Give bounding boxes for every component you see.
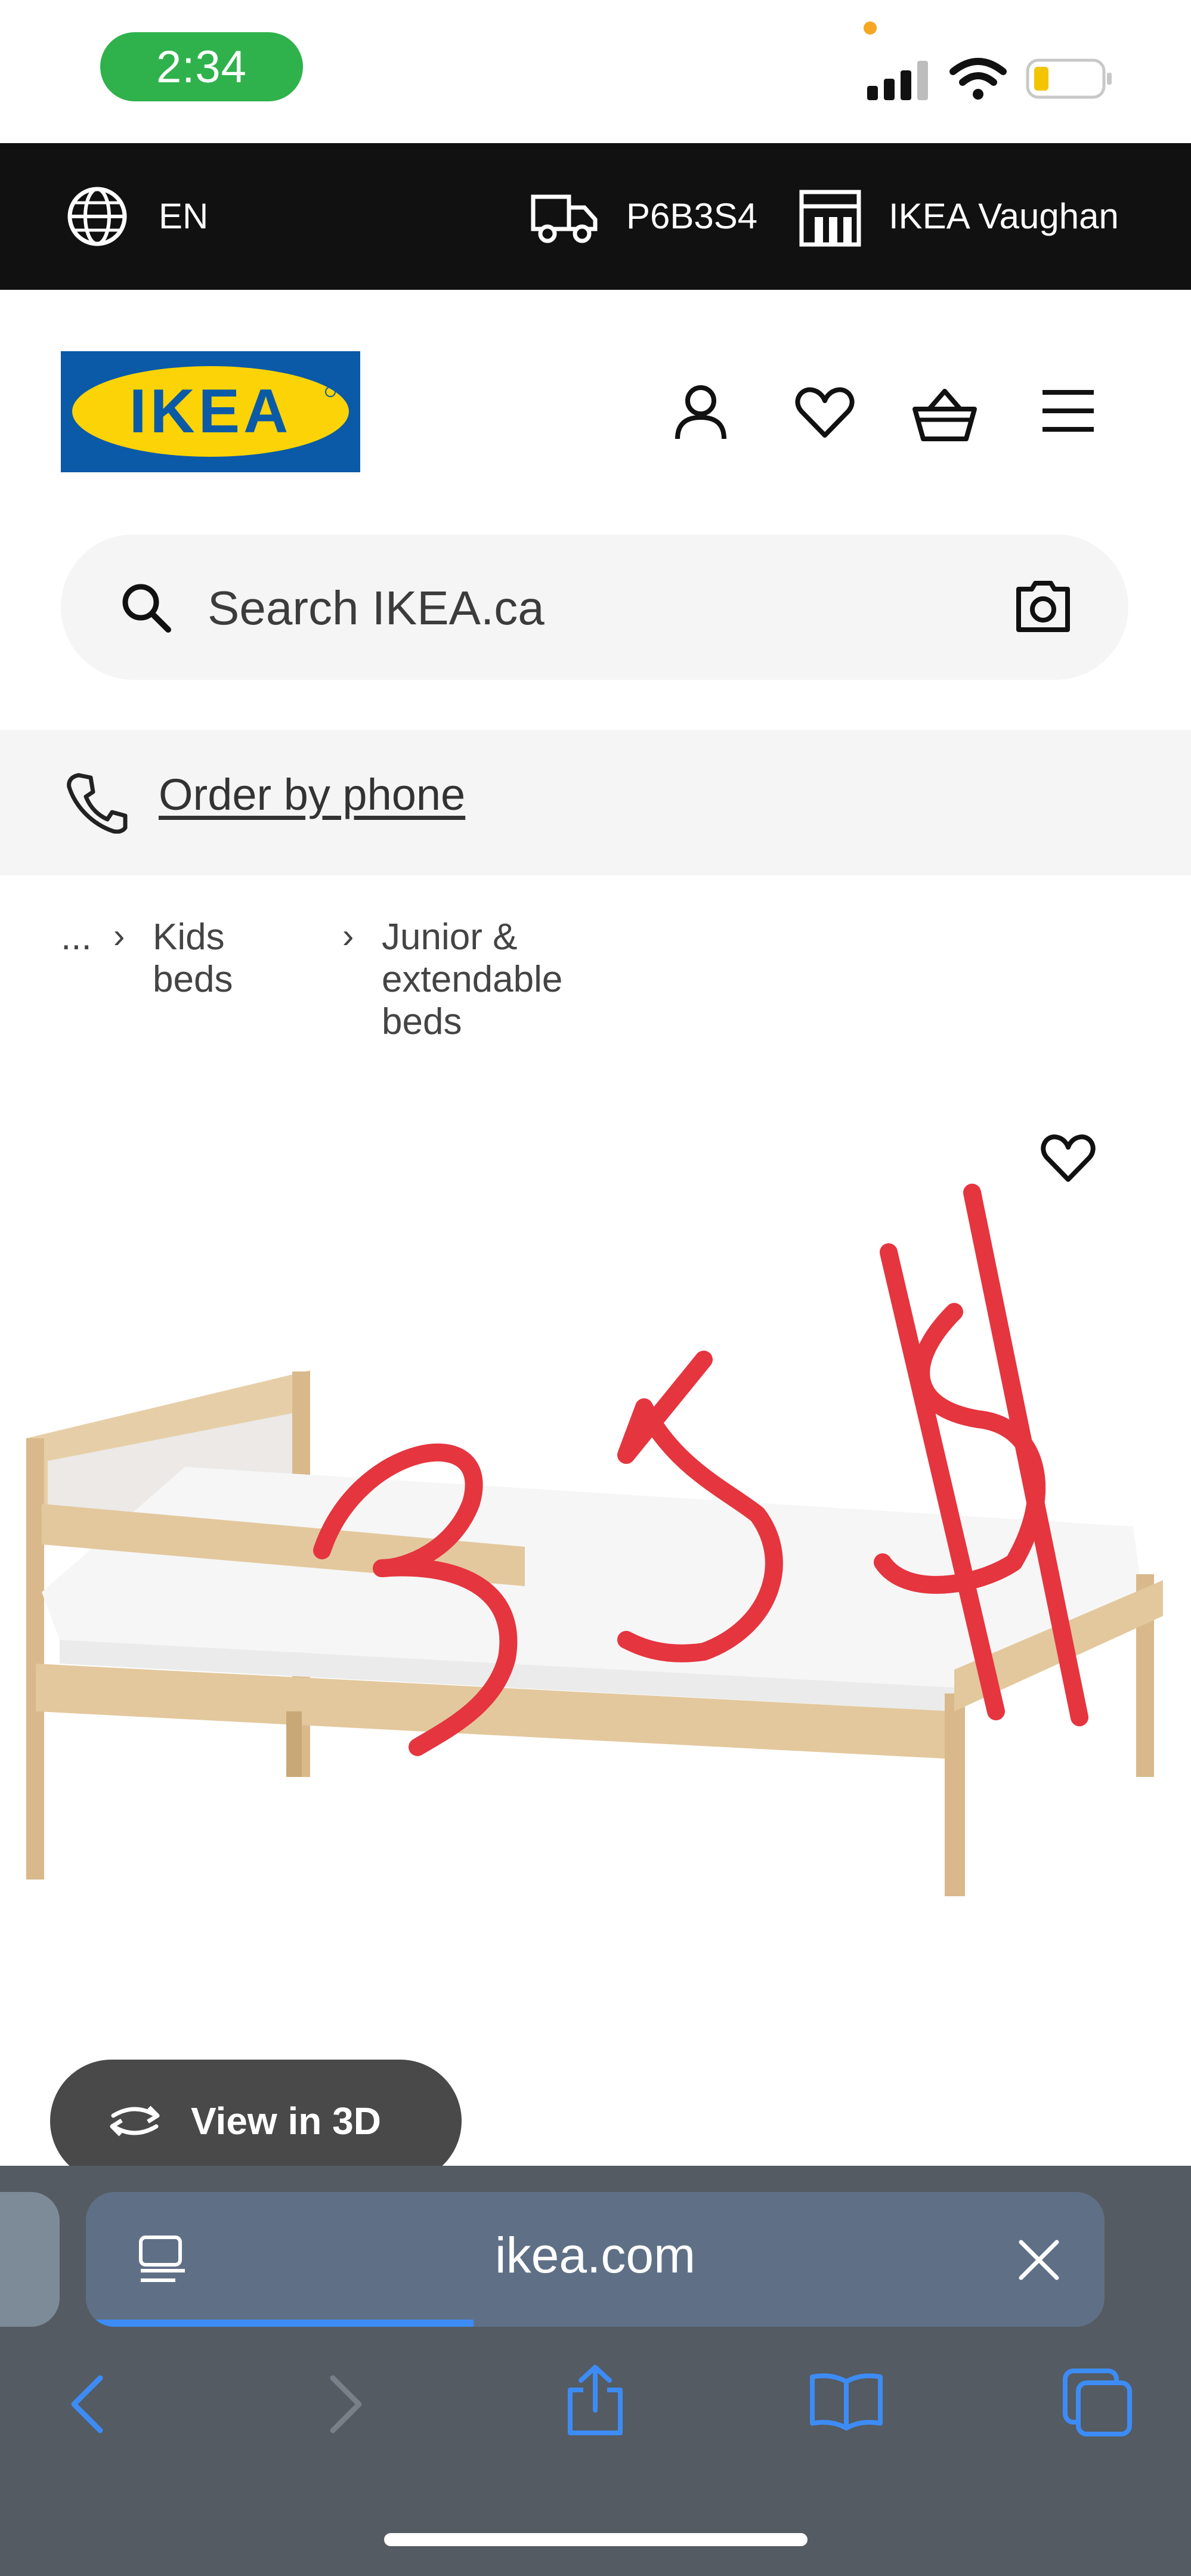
store-name[interactable]: IKEA Vaughan bbox=[889, 196, 1119, 237]
view-in-3d-label: View in 3D bbox=[191, 2100, 381, 2142]
cellular-signal-icon bbox=[867, 61, 928, 100]
breadcrumb-item-junior-beds[interactable]: Junior & extendable beds bbox=[382, 916, 562, 1043]
rotate-3d-icon bbox=[110, 2106, 160, 2137]
tabs-icon[interactable] bbox=[1062, 2367, 1133, 2436]
shopping-basket-icon[interactable] bbox=[911, 382, 978, 444]
chevron-right-icon: › bbox=[113, 917, 125, 955]
delivery-truck-icon[interactable] bbox=[530, 190, 600, 247]
camera-search-icon[interactable] bbox=[1014, 581, 1072, 633]
breadcrumb-item-kids-beds[interactable]: Kids beds bbox=[153, 916, 233, 1001]
language-selector[interactable]: EN bbox=[159, 196, 208, 237]
bookmarks-book-icon[interactable] bbox=[808, 2371, 885, 2431]
url-text[interactable]: ikea.com bbox=[86, 2227, 1105, 2284]
postal-code[interactable]: P6B3S4 bbox=[626, 196, 757, 237]
menu-hamburger-icon[interactable] bbox=[1042, 390, 1094, 432]
search-input[interactable]: Search IKEA.ca bbox=[208, 581, 545, 636]
svg-text:IKEA: IKEA bbox=[129, 377, 292, 446]
time-display[interactable]: 2:34 bbox=[100, 32, 303, 101]
home-indicator[interactable] bbox=[384, 2533, 808, 2546]
forward-arrow-icon[interactable] bbox=[327, 2373, 366, 2435]
search-bar[interactable]: Search IKEA.ca bbox=[61, 534, 1128, 680]
store-icon[interactable] bbox=[798, 188, 862, 248]
search-icon bbox=[122, 584, 171, 633]
view-in-3d-button[interactable]: View in 3D bbox=[50, 2060, 462, 2182]
heart-icon[interactable] bbox=[794, 385, 855, 440]
phone-icon bbox=[67, 773, 128, 834]
location-bar: EN P6B3S4 IKEA Vaughan bbox=[0, 143, 1191, 290]
previous-tab-preview[interactable] bbox=[0, 2192, 60, 2327]
chevron-right-icon: › bbox=[342, 917, 354, 955]
mic-indicator-dot bbox=[864, 21, 877, 35]
account-icon[interactable] bbox=[673, 383, 729, 442]
handwritten-annotation bbox=[313, 1184, 1088, 1756]
breadcrumb-ellipsis[interactable]: ... bbox=[61, 916, 92, 958]
ikea-logo[interactable]: IKEA bbox=[61, 351, 360, 472]
battery-icon bbox=[1026, 58, 1112, 99]
page-load-progress bbox=[86, 2320, 474, 2327]
wifi-icon bbox=[949, 58, 1007, 100]
status-bar: 2:34 bbox=[0, 0, 1191, 143]
address-bar[interactable]: ikea.com bbox=[86, 2192, 1105, 2327]
globe-icon[interactable] bbox=[66, 185, 129, 248]
close-icon[interactable] bbox=[1016, 2237, 1062, 2283]
share-icon[interactable] bbox=[563, 2364, 627, 2438]
order-by-phone-link[interactable]: Order by phone bbox=[159, 769, 465, 820]
order-by-phone-banner: Order by phone bbox=[0, 730, 1191, 875]
bookmarks-icon[interactable] bbox=[0, 2371, 78, 2431]
